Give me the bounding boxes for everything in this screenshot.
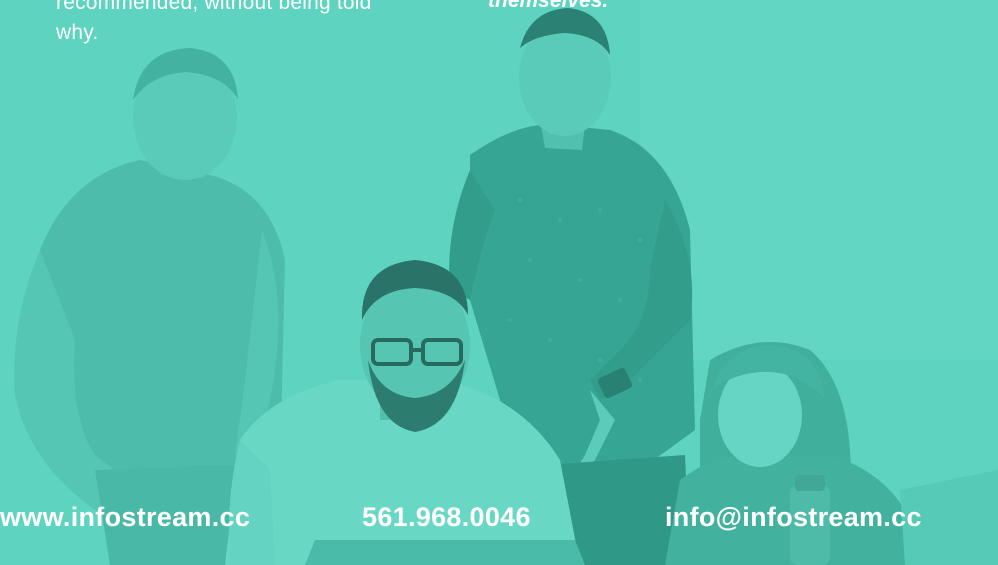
quote-left-line-2: why. <box>56 21 99 44</box>
quote-left-line-1: recommended, without being told <box>56 0 372 14</box>
quote-right-text: themselves. <box>488 0 609 12</box>
phone-number[interactable]: 561.968.0046 <box>362 502 531 533</box>
teal-overlay <box>0 0 998 565</box>
quote-left-text: recommended, without being told why. <box>56 0 446 48</box>
contact-footer: www.infostream.cc 561.968.0046 info@info… <box>0 502 998 542</box>
team-photo <box>0 0 998 565</box>
hero-banner: recommended, without being told why. the… <box>0 0 998 565</box>
email-link[interactable]: info@infostream.cc <box>665 502 922 533</box>
website-link[interactable]: www.infostream.cc <box>0 502 250 533</box>
